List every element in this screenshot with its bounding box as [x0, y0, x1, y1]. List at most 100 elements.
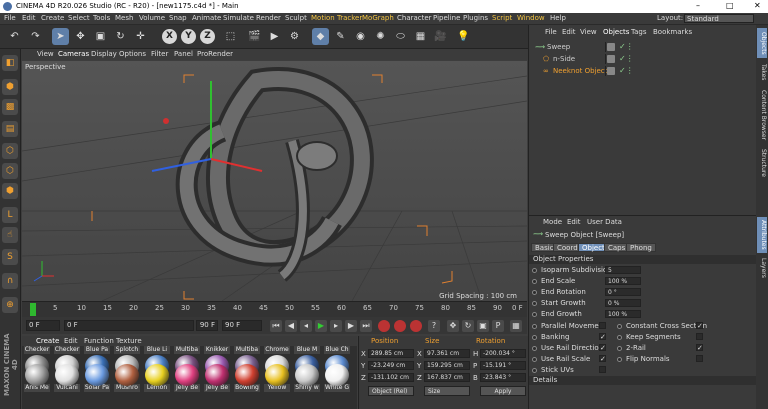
animate-dot-icon[interactable]	[532, 346, 537, 351]
floor-icon[interactable]: ▦	[412, 28, 429, 45]
last-tool-icon[interactable]: ✛	[132, 28, 149, 45]
tweak-mode-icon[interactable]: ☝	[2, 227, 18, 243]
use-rail-direction-checkbox[interactable]: ✓	[599, 344, 606, 352]
keyframe-selection-icon[interactable]: ?	[428, 320, 440, 332]
redo-icon[interactable]: ↷	[27, 28, 44, 45]
viewport-menu-panel[interactable]: Panel	[174, 50, 193, 58]
material-swatch[interactable]	[85, 364, 109, 386]
size-z-field[interactable]: 167.837 cm	[424, 373, 470, 382]
play-icon[interactable]: ▶	[315, 320, 327, 332]
menu-motion-tracker[interactable]: Motion Tracker	[311, 14, 362, 22]
animate-dot-icon[interactable]	[617, 357, 622, 362]
menu-snap[interactable]: Snap	[169, 14, 187, 22]
menu-plugins[interactable]: Plugins	[463, 14, 488, 22]
material-menu-function[interactable]: Function	[84, 337, 114, 345]
two-rail-checkbox[interactable]: ✓	[696, 344, 703, 352]
3d-viewport[interactable]: Perspective Grid Spacing : 100 cm	[22, 61, 527, 301]
menu-character[interactable]: Character	[397, 14, 432, 22]
attr-menu-edit[interactable]: Edit	[567, 218, 581, 226]
menu-simulate[interactable]: Simulate	[223, 14, 254, 22]
material-swatch[interactable]	[295, 364, 319, 386]
make-editable-icon[interactable]: ◧	[2, 55, 18, 71]
material-swatch[interactable]	[265, 364, 289, 386]
coordinate-system-icon[interactable]: ⬚	[222, 28, 239, 45]
pos-y-field[interactable]: -23.249 cm	[368, 361, 414, 370]
obj-menu-view[interactable]: View	[580, 28, 597, 36]
obj-menu-tags[interactable]: Tags	[631, 28, 647, 36]
rot-p-field[interactable]: -15.191 °	[480, 361, 526, 370]
workplane-icon[interactable]: ▤	[2, 121, 18, 137]
animate-dot-icon[interactable]	[532, 368, 537, 373]
material-swatch[interactable]	[325, 364, 349, 386]
animate-dot-icon[interactable]	[532, 301, 537, 306]
previous-frame-icon[interactable]: ◂	[300, 320, 312, 332]
next-frame-icon[interactable]: ▸	[330, 320, 342, 332]
coordinate-mode-select[interactable]: Object (Rel)	[368, 386, 414, 396]
menu-script[interactable]: Script	[492, 14, 512, 22]
flip-normals-checkbox[interactable]	[696, 355, 703, 362]
material-swatch[interactable]	[175, 364, 199, 386]
timeline-options-icon[interactable]: ▦	[510, 320, 522, 332]
model-mode-icon[interactable]: ⬢	[2, 79, 18, 95]
menu-help[interactable]: Help	[550, 14, 566, 22]
menu-create[interactable]: Create	[41, 14, 64, 22]
undo-icon[interactable]: ↶	[6, 28, 23, 45]
playhead[interactable]	[30, 303, 36, 316]
end-rotation-field[interactable]: 0 °	[605, 288, 641, 296]
obj-menu-objects[interactable]: Objects	[603, 28, 629, 36]
axis-mode-icon[interactable]: L	[2, 207, 18, 223]
keep-segments-checkbox[interactable]	[696, 333, 703, 340]
material-swatch[interactable]	[115, 364, 139, 386]
apply-button[interactable]: Apply	[480, 386, 526, 396]
layout-select[interactable]: Standard	[684, 14, 754, 23]
size-mode-select[interactable]: Size	[424, 386, 470, 396]
lock-workplane-icon[interactable]: ⊕	[2, 297, 18, 313]
pos-z-field[interactable]: -131.102 cm	[368, 373, 414, 382]
menu-window[interactable]: Window	[517, 14, 545, 22]
viewport-menu-filter[interactable]: Filter	[151, 50, 168, 58]
enabled-check-icon[interactable]: ✓⋮	[619, 66, 634, 75]
menu-file[interactable]: File	[4, 14, 16, 22]
object-row-neeknot[interactable]: ∞ Neeknot Object ✓⋮	[531, 66, 755, 76]
tab-takes-vertical[interactable]: Takes	[757, 61, 767, 83]
select-tool-icon[interactable]: ➤	[52, 28, 69, 45]
record-position-icon[interactable]	[394, 320, 406, 332]
tab-phong[interactable]: Phong	[626, 243, 656, 252]
menu-mesh[interactable]: Mesh	[115, 14, 133, 22]
key-rotation-icon[interactable]: ↻	[462, 320, 474, 332]
material-swatch[interactable]	[55, 364, 79, 386]
attr-menu-user-data[interactable]: User Data	[587, 218, 622, 226]
end-scale-field[interactable]: 100 %	[605, 277, 641, 285]
end-growth-field[interactable]: 100 %	[605, 310, 641, 318]
animate-dot-icon[interactable]	[532, 290, 537, 295]
viewport-menu-display[interactable]: Display	[91, 50, 117, 58]
z-axis-lock-icon[interactable]: Z	[200, 29, 215, 44]
edges-mode-icon[interactable]: ⬡	[2, 163, 18, 179]
next-key-icon[interactable]: ▶	[345, 320, 357, 332]
animate-dot-icon[interactable]	[617, 324, 622, 329]
layer-tag-icon[interactable]	[607, 67, 615, 75]
menu-select[interactable]: Select	[68, 14, 90, 22]
menu-mograph[interactable]: MoGraph	[362, 14, 394, 22]
material-swatch[interactable]	[235, 364, 259, 386]
close-button[interactable]: ✕	[754, 1, 761, 10]
viewport-menu-options[interactable]: Options	[119, 50, 146, 58]
material-menu-create[interactable]: Create	[36, 337, 59, 345]
texture-mode-icon[interactable]: ▩	[2, 99, 18, 115]
cube-object-icon[interactable]: ◆	[312, 28, 329, 45]
key-position-icon[interactable]: ✥	[447, 320, 459, 332]
menu-tools[interactable]: Tools	[93, 14, 110, 22]
banking-checkbox[interactable]: ✓	[599, 333, 606, 341]
obj-menu-bookmarks[interactable]: Bookmarks	[653, 28, 692, 36]
move-tool-icon[interactable]: ✥	[72, 28, 89, 45]
render-picture-viewer-icon[interactable]: ▶	[266, 28, 283, 45]
rotate-tool-icon[interactable]: ↻	[112, 28, 129, 45]
rot-h-field[interactable]: -200.034 °	[480, 349, 526, 358]
tab-structure-vertical[interactable]: Structure	[757, 147, 767, 179]
menu-render[interactable]: Render	[256, 14, 281, 22]
enabled-check-icon[interactable]: ✓⋮	[619, 42, 634, 51]
size-y-field[interactable]: 159.295 cm	[424, 361, 470, 370]
start-frame-field[interactable]: 0 F	[26, 320, 60, 331]
tab-layers-vertical[interactable]: Layers	[757, 256, 767, 280]
viewport-menu-prorender[interactable]: ProRender	[197, 50, 233, 58]
